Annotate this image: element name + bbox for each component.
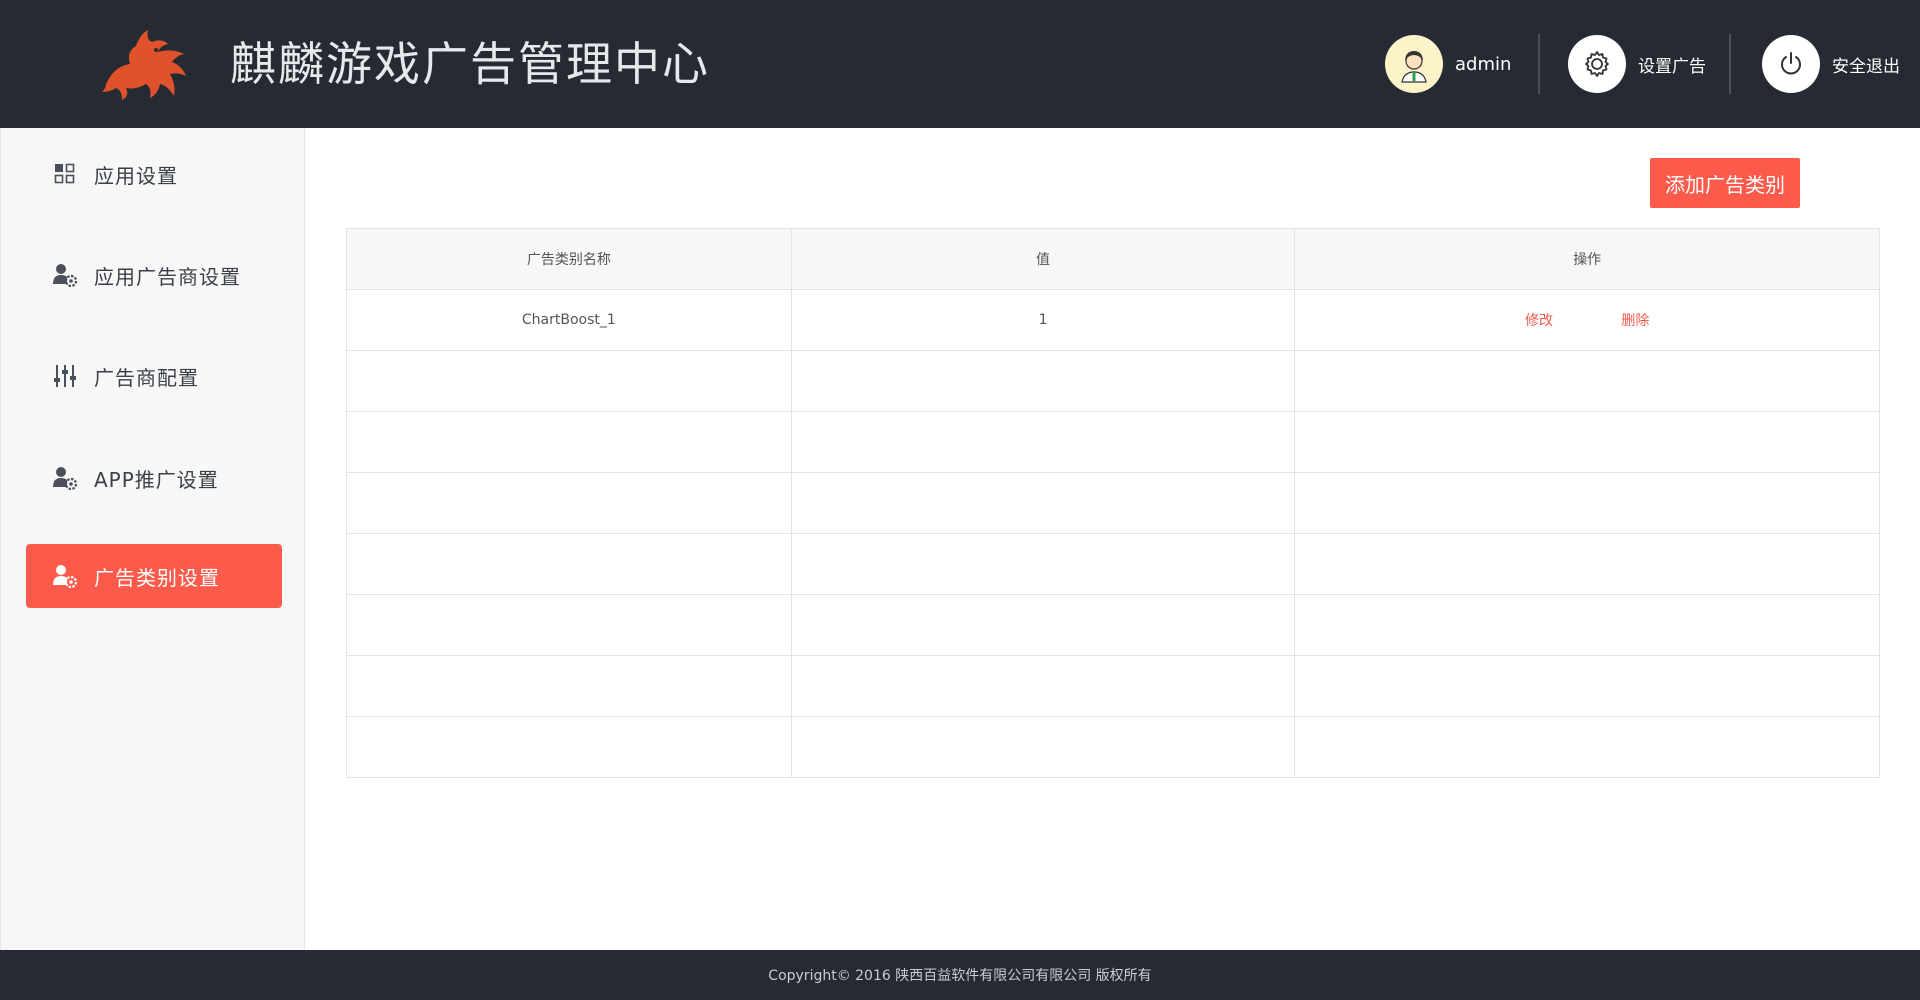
- top-header: 麒麟游戏广告管理中心 admin 设置广告 安全退出: [0, 0, 1920, 128]
- add-ad-category-button[interactable]: 添加广告类别: [1650, 158, 1800, 208]
- empty-cell: [790, 594, 1296, 656]
- user-menu[interactable]: admin: [1385, 35, 1511, 93]
- empty-cell: [1294, 472, 1880, 534]
- logout-button[interactable]: 安全退出: [1762, 35, 1900, 93]
- empty-cell: [346, 472, 792, 534]
- table-row-empty: [346, 350, 1880, 412]
- sidebar-item-label: APP推广设置: [94, 467, 219, 492]
- empty-cell: [1294, 655, 1880, 717]
- footer: Copyright© 2016 陕西百益软件有限公司有限公司 版权所有: [0, 950, 1920, 1000]
- empty-cell: [346, 350, 792, 412]
- empty-cell: [346, 594, 792, 656]
- category-value-cell: 1: [790, 289, 1296, 351]
- user-gear-icon: [52, 563, 78, 589]
- empty-cell: [346, 655, 792, 717]
- table-row-empty: [346, 655, 1880, 717]
- table-row-empty: [346, 594, 1880, 656]
- qilin-logo: [102, 30, 186, 100]
- table-row-empty: [346, 411, 1880, 473]
- delete-link[interactable]: 删除: [1621, 313, 1649, 329]
- empty-cell: [1294, 350, 1880, 412]
- empty-cell: [790, 411, 1296, 473]
- column-header-value: 值: [790, 228, 1296, 290]
- empty-cell: [346, 411, 792, 473]
- user-gear-icon: [52, 465, 78, 491]
- sidebar-item-ad-category-settings[interactable]: 广告类别设置: [26, 544, 282, 608]
- grid-icon: [52, 161, 78, 187]
- settings-button[interactable]: 设置广告: [1568, 35, 1706, 93]
- settings-label: 设置广告: [1638, 56, 1706, 77]
- empty-cell: [1294, 716, 1880, 778]
- column-header-name: 广告类别名称: [346, 228, 792, 290]
- username: admin: [1455, 53, 1512, 75]
- empty-cell: [790, 533, 1296, 595]
- sidebar-item-app-settings[interactable]: 应用设置: [26, 142, 282, 206]
- sidebar-item-label: 应用设置: [94, 163, 178, 188]
- empty-cell: [346, 716, 792, 778]
- sidebar-item-app-advertiser-settings[interactable]: 应用广告商设置: [26, 243, 282, 307]
- main-content: 添加广告类别 广告类别名称 值 操作 ChartBoost_1 1 修改 删除: [306, 128, 1920, 950]
- empty-cell: [1294, 533, 1880, 595]
- logout-circle: [1762, 35, 1820, 93]
- column-header-actions: 操作: [1294, 228, 1880, 290]
- edit-link[interactable]: 修改: [1525, 313, 1553, 329]
- user-gear-icon: [52, 262, 78, 288]
- empty-cell: [1294, 411, 1880, 473]
- table-header-row: 广告类别名称 值 操作: [346, 228, 1880, 290]
- empty-cell: [790, 472, 1296, 534]
- logout-label: 安全退出: [1832, 56, 1900, 77]
- sidebar-item-label: 广告商配置: [94, 365, 199, 390]
- table-row-empty: [346, 472, 1880, 534]
- sliders-icon: [52, 363, 78, 389]
- header-divider: [1729, 34, 1731, 94]
- avatar: [1385, 35, 1443, 93]
- gear-icon: [1585, 51, 1609, 77]
- empty-cell: [346, 533, 792, 595]
- table-row: ChartBoost_1 1 修改 删除: [346, 289, 1880, 351]
- sidebar-item-label: 应用广告商设置: [94, 264, 241, 289]
- copyright-text: Copyright© 2016 陕西百益软件有限公司有限公司 版权所有: [768, 968, 1152, 984]
- empty-cell: [790, 350, 1296, 412]
- app-title: 麒麟游戏广告管理中心: [230, 37, 710, 91]
- avatar-icon: [1393, 43, 1435, 85]
- empty-cell: [790, 716, 1296, 778]
- table-row-empty: [346, 716, 1880, 778]
- sidebar-item-label: 广告类别设置: [94, 565, 220, 590]
- empty-cell: [1294, 594, 1880, 656]
- ad-category-table: 广告类别名称 值 操作 ChartBoost_1 1 修改 删除: [346, 228, 1880, 778]
- settings-circle: [1568, 35, 1626, 93]
- category-name-cell: ChartBoost_1: [346, 289, 792, 351]
- sidebar: 应用设置 应用广告商设置 广告商配置 APP推广设置 广告类别设置: [0, 128, 305, 950]
- empty-cell: [790, 655, 1296, 717]
- header-divider: [1538, 34, 1540, 94]
- sidebar-item-app-promotion-settings[interactable]: APP推广设置: [26, 446, 282, 510]
- table-row-empty: [346, 533, 1880, 595]
- power-icon: [1781, 52, 1801, 75]
- actions-cell: 修改 删除: [1294, 289, 1880, 351]
- sidebar-item-advertiser-config[interactable]: 广告商配置: [26, 344, 282, 408]
